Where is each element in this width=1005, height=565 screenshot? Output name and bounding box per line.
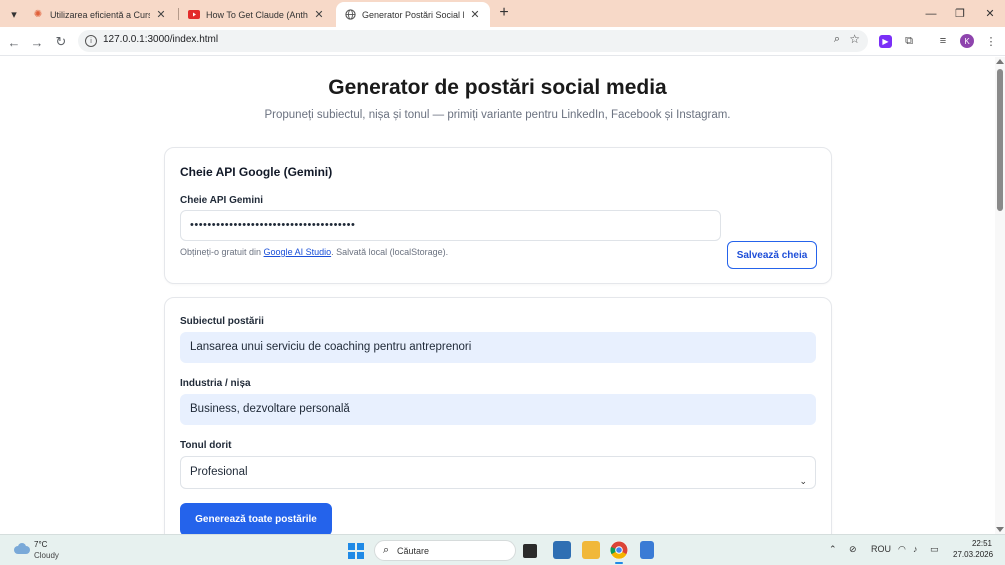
task-view-icon[interactable] <box>523 544 537 558</box>
network-off-icon[interactable]: ⊘ <box>849 544 857 555</box>
show-hidden-icons-icon[interactable]: ⌃ <box>829 544 837 555</box>
subject-label: Subiectul postării <box>180 316 264 327</box>
hint-prefix: Obțineți-o gratuit din <box>180 247 264 257</box>
industry-label: Industria / nișa <box>180 378 251 389</box>
search-icon: ⌕ <box>383 544 390 556</box>
address-bar[interactable]: i 127.0.0.1:3000/index.html ⌕ ☆ <box>78 30 868 52</box>
notepad-icon[interactable] <box>640 541 654 559</box>
industry-input[interactable]: Business, dezvoltare personală <box>180 394 816 425</box>
page-viewport: Generator de postări social media Propun… <box>0 57 995 534</box>
post-form-card: Subiectul postării Lansarea unui servici… <box>164 297 832 534</box>
extension-play-icon[interactable]: ▶ <box>879 35 892 48</box>
tone-selected-value: Profesional <box>190 466 248 478</box>
youtube-icon <box>188 9 200 21</box>
store-app-icon[interactable] <box>553 541 571 559</box>
profile-avatar[interactable]: K <box>960 34 974 48</box>
generate-posts-button[interactable]: Generează toate postările <box>180 503 332 534</box>
tab-cursorai[interactable]: ✺ Utilizarea eficientă a CursorAI - ✕ <box>24 2 176 27</box>
extensions-puzzle-icon[interactable]: ⧉ <box>901 33 917 49</box>
reload-icon[interactable]: ↻ <box>51 32 71 52</box>
close-tab-icon[interactable]: ✕ <box>154 8 168 21</box>
url-text[interactable]: 127.0.0.1:3000/index.html <box>103 34 218 45</box>
page-subtitle: Propuneți subiectul, nișa și tonul — pri… <box>264 109 731 121</box>
bookmark-star-icon[interactable]: ☆ <box>849 32 860 46</box>
tab-claude-video[interactable]: How To Get Claude (Anthropic) ✕ <box>180 2 334 27</box>
globe-icon <box>344 9 356 21</box>
new-tab-icon[interactable]: + <box>494 3 514 23</box>
chrome-icon[interactable] <box>610 541 628 564</box>
page-title: Generator de postări social media <box>328 76 667 99</box>
page-scrollbar[interactable] <box>995 57 1005 534</box>
tab-strip: ▾ ✺ Utilizarea eficientă a CursorAI - ✕ … <box>0 0 1005 27</box>
forward-icon[interactable]: → <box>27 32 47 52</box>
google-ai-studio-link[interactable]: Google AI Studio <box>264 247 332 257</box>
api-key-hint: Obțineți-o gratuit din Google AI Studio.… <box>180 247 448 257</box>
restore-icon[interactable]: ❐ <box>945 0 975 27</box>
tab-title: Generator Postări Social Media <box>362 9 464 20</box>
reading-list-icon[interactable]: ≡ <box>935 33 951 49</box>
api-card-heading: Cheie API Google (Gemini) <box>180 165 333 179</box>
sparkle-icon: ✺ <box>33 9 43 20</box>
browser-toolbar: ← → ↻ i 127.0.0.1:3000/index.html ⌕ ☆ ▶ … <box>0 27 1005 56</box>
taskbar-search[interactable]: ⌕ Căutare <box>374 540 516 561</box>
save-key-button[interactable]: Salvează cheia <box>727 241 817 269</box>
close-window-icon[interactable]: ✕ <box>975 0 1005 27</box>
file-explorer-icon[interactable] <box>582 541 600 559</box>
menu-kebab-icon[interactable]: ⋮ <box>983 33 999 49</box>
tone-label: Tonul dorit <box>180 440 232 451</box>
tab-title: How To Get Claude (Anthropic) <box>206 9 308 20</box>
windows-start-icon[interactable] <box>348 543 364 559</box>
tab-title: Utilizarea eficientă a CursorAI - <box>50 9 150 20</box>
chevron-down-icon: ⌄ <box>799 476 807 486</box>
weather-description[interactable]: Cloudy <box>34 551 59 560</box>
clock-time[interactable]: 22:51 <box>968 539 992 548</box>
scroll-down-arrow-icon[interactable] <box>996 527 1004 532</box>
back-icon[interactable]: ← <box>4 32 24 52</box>
clock-date[interactable]: 27.03.2026 <box>953 550 993 559</box>
tab-divider <box>178 8 179 20</box>
wifi-icon[interactable]: ◠ <box>898 544 906 555</box>
close-tab-icon[interactable]: ✕ <box>468 8 482 21</box>
zoom-icon[interactable]: ⌕ <box>834 33 840 46</box>
search-placeholder: Căutare <box>397 546 430 556</box>
scroll-up-arrow-icon[interactable] <box>996 59 1004 64</box>
language-indicator[interactable]: ROU <box>871 544 891 554</box>
battery-icon[interactable]: ▭ <box>930 544 939 555</box>
api-key-card: Cheie API Google (Gemini) Cheie API Gemi… <box>164 147 832 284</box>
scroll-thumb[interactable] <box>997 69 1003 211</box>
close-tab-icon[interactable]: ✕ <box>312 8 326 21</box>
api-key-label: Cheie API Gemini <box>180 195 263 206</box>
windows-taskbar: 7°C Cloudy ⌕ Căutare ⌃ ⊘ ROU ◠ ♪ ▭ 22:51… <box>0 534 1005 565</box>
api-key-input[interactable]: •••••••••••••••••••••••••••••••••••••• <box>180 210 721 241</box>
site-info-icon[interactable]: i <box>85 35 97 47</box>
minimize-icon[interactable]: — <box>916 0 946 27</box>
tab-generator[interactable]: Generator Postări Social Media ✕ <box>336 2 490 27</box>
volume-icon[interactable]: ♪ <box>913 544 918 554</box>
cloud-weather-icon[interactable] <box>12 543 30 555</box>
weather-temperature[interactable]: 7°C <box>34 540 47 549</box>
tab-search-chevron-icon[interactable]: ▾ <box>4 4 24 24</box>
hint-suffix: . Salvată local (localStorage). <box>331 247 449 257</box>
tone-select[interactable]: Profesional ⌄ <box>180 456 816 489</box>
subject-input[interactable]: Lansarea unui serviciu de coaching pentr… <box>180 332 816 363</box>
